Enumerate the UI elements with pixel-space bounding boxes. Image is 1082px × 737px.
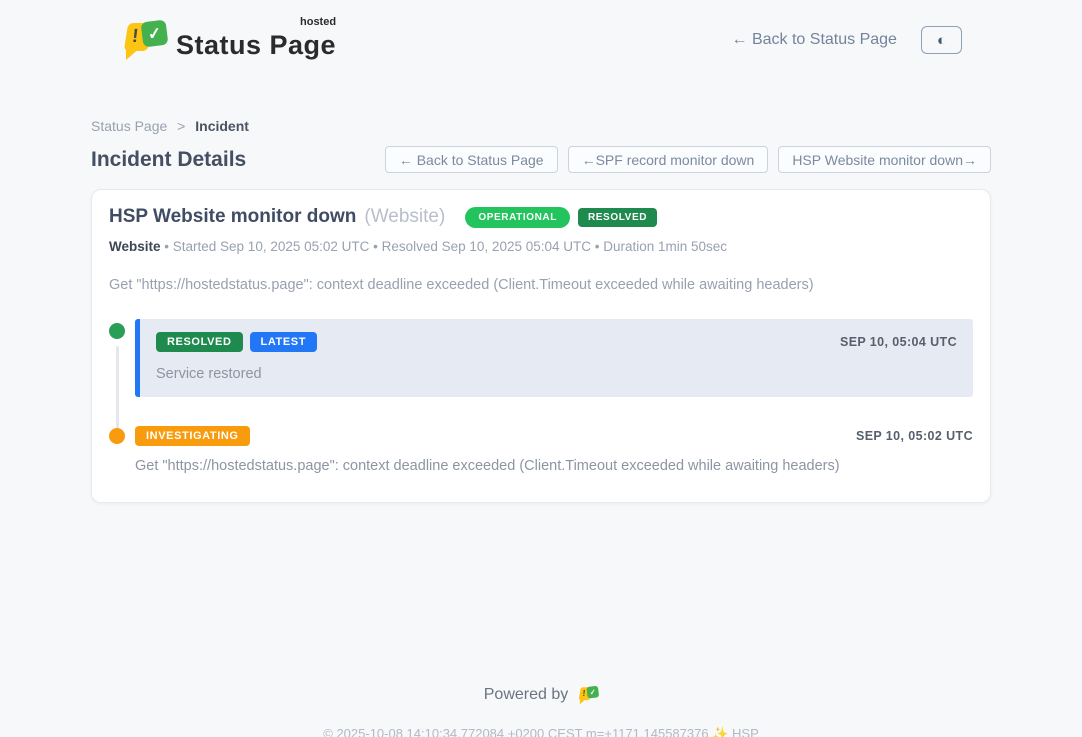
- page-title: Incident Details: [91, 148, 246, 172]
- timeline-entry-header: RESOLVED LATEST SEP 10, 05:04 UTC: [156, 332, 957, 352]
- incident-description: Get "https://hostedstatus.page": context…: [109, 277, 973, 293]
- back-to-status-page-link[interactable]: ← Back to Status Page: [732, 31, 897, 49]
- back-to-status-page-button[interactable]: ← Back to Status Page: [385, 146, 558, 173]
- brand-logo[interactable]: ! ✓ hosted Status Page: [118, 18, 336, 62]
- footer: Powered by ! ✓ © 2025-10-08 14:10:34.772…: [0, 685, 1082, 737]
- timeline-resolved-badge: RESOLVED: [156, 332, 243, 352]
- theme-toggle-button[interactable]: ◐: [921, 26, 962, 54]
- timeline-message: Get "https://hostedstatus.page": context…: [135, 458, 973, 474]
- timeline-item-resolved: RESOLVED LATEST SEP 10, 05:04 UTC Servic…: [109, 319, 973, 397]
- brand-name: Status Page: [176, 30, 336, 60]
- breadcrumb: Status Page > Incident: [91, 118, 991, 134]
- status-page-logo-icon: ! ✓: [118, 18, 166, 62]
- incident-title: HSP Website monitor down: [109, 206, 356, 228]
- incident-scope: (Website): [364, 206, 445, 228]
- incident-nav-buttons: ← Back to Status Page ←SPF record monito…: [385, 146, 991, 173]
- powered-by-label: Powered by: [484, 686, 569, 704]
- timeline-item-investigating: INVESTIGATING SEP 10, 05:02 UTC Get "htt…: [109, 426, 973, 474]
- timeline-investigating-badge: INVESTIGATING: [135, 426, 250, 446]
- contrast-icon: ◐: [937, 33, 946, 48]
- next-incident-button[interactable]: HSP Website monitor down→: [778, 146, 991, 173]
- latest-update-box: RESOLVED LATEST SEP 10, 05:04 UTC Servic…: [135, 319, 973, 397]
- investigating-dot-icon: [109, 428, 125, 444]
- timeline-entry-content: INVESTIGATING SEP 10, 05:02 UTC Get "htt…: [135, 426, 973, 474]
- breadcrumb-separator: >: [177, 118, 185, 134]
- incident-card-header: HSP Website monitor down (Website) OPERA…: [109, 206, 973, 228]
- timeline-connector-line: [116, 346, 119, 433]
- timeline-latest-badge: LATEST: [250, 332, 318, 352]
- header: ! ✓ hosted Status Page ← Back to Status …: [0, 0, 1082, 64]
- incident-card: HSP Website monitor down (Website) OPERA…: [91, 189, 991, 503]
- logo-bubble-green: ✓: [141, 20, 169, 48]
- incident-timeline: RESOLVED LATEST SEP 10, 05:04 UTC Servic…: [109, 319, 973, 474]
- sparkles-icon: ✨: [712, 726, 728, 737]
- main-content: Status Page > Incident Incident Details …: [91, 118, 991, 503]
- brand-text: hosted Status Page: [176, 20, 336, 61]
- incident-meta: Website • Started Sep 10, 2025 05:02 UTC…: [109, 239, 973, 254]
- timeline-marker-column: [109, 319, 125, 397]
- timeline-message: Service restored: [156, 366, 957, 382]
- powered-by: Powered by ! ✓: [0, 685, 1082, 705]
- copyright-brand: HSP: [732, 726, 759, 737]
- breadcrumb-incident: Incident: [195, 118, 249, 134]
- operational-badge: OPERATIONAL: [465, 207, 570, 228]
- resolved-dot-icon: [109, 323, 125, 339]
- timeline-timestamp: SEP 10, 05:02 UTC: [856, 429, 973, 443]
- timeline-timestamp: SEP 10, 05:04 UTC: [840, 335, 957, 349]
- incident-service-name: Website: [109, 239, 161, 254]
- title-row: Incident Details ← Back to Status Page ←…: [91, 146, 991, 173]
- copyright-line: © 2025-10-08 14:10:34.772084 +0200 CEST …: [0, 726, 1082, 737]
- prev-incident-button[interactable]: ←SPF record monitor down: [568, 146, 769, 173]
- timeline-entry-header: INVESTIGATING SEP 10, 05:02 UTC: [135, 426, 973, 446]
- status-page-mini-logo-icon[interactable]: ! ✓: [576, 685, 598, 705]
- breadcrumb-status-page[interactable]: Status Page: [91, 118, 167, 134]
- checkmark-icon: ✓: [147, 23, 163, 44]
- incident-meta-details: • Started Sep 10, 2025 05:02 UTC • Resol…: [164, 239, 727, 254]
- copyright-text: © 2025-10-08 14:10:34.772084 +0200 CEST …: [323, 726, 708, 737]
- brand-superscript: hosted: [300, 16, 336, 28]
- timeline-entry-content: RESOLVED LATEST SEP 10, 05:04 UTC Servic…: [135, 319, 973, 397]
- header-actions: ← Back to Status Page ◐: [732, 26, 962, 54]
- timeline-marker-column: [109, 426, 125, 474]
- resolved-status-badge: RESOLVED: [578, 208, 657, 227]
